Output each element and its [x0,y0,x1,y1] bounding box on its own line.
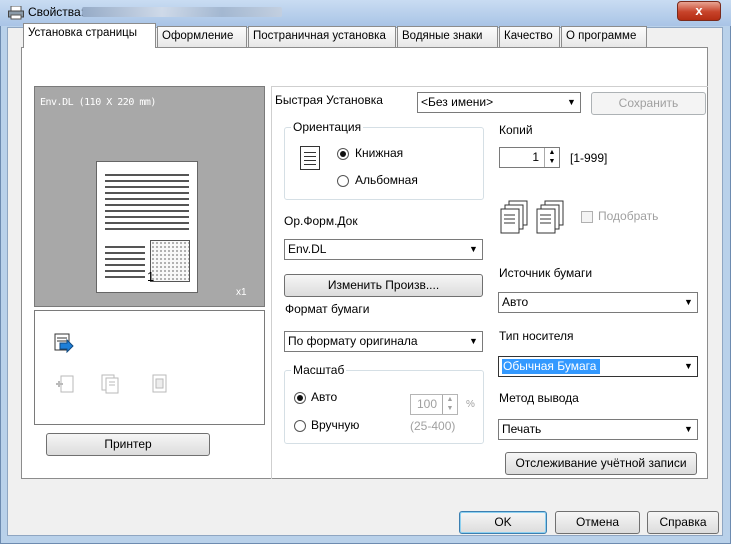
tab-page-setup[interactable]: Установка страницы [23,23,156,48]
save-quick-setup-button[interactable]: Сохранить [591,92,706,115]
orientation-landscape-radio[interactable] [337,175,349,187]
help-button[interactable]: Справка [647,511,719,534]
original-size-label: Ор.Форм.Док [284,214,358,228]
paper-size-select[interactable]: По формату оригинала ▼ [284,331,483,352]
collate-label: Подобрать [598,209,659,223]
zoom-unit: % [466,399,475,410]
tab-about[interactable]: О программе [561,26,647,47]
cancel-button[interactable]: Отмена [555,511,640,534]
paper-type-select[interactable]: Обычная Бумага ▼ [498,356,698,377]
overlay-page-icon [152,374,168,397]
preview-page-number: 1 [147,269,155,284]
paper-type-label: Тип носителя [499,329,574,343]
copies-stepper[interactable]: 1 ▲ ▼ [499,147,560,168]
preview-thumbnail [150,240,190,282]
output-method-label: Метод вывода [499,391,579,405]
insert-page-icon [55,374,75,397]
preview-page: 1 [96,161,198,293]
orientation-label: Ориентация [291,120,364,134]
printer-name-redacted [82,7,282,17]
tab-per-page-setting[interactable]: Постраничная установка [248,26,396,47]
orientation-portrait-label: Книжная [355,146,404,160]
chevron-down-icon: ▼ [684,424,693,434]
custom-size-button[interactable]: Изменить Произв.... [284,274,483,297]
printer-button[interactable]: Принтер [46,433,210,456]
copies-range: [1-999] [570,151,608,165]
ok-button[interactable]: OK [459,511,547,534]
printer-function-icons [34,310,265,425]
tab-watermark[interactable]: Водяные знаки [397,26,498,47]
chevron-down-icon: ▼ [684,297,693,307]
printer-icon [8,5,24,20]
zoom-auto-label: Авто [311,390,338,404]
account-tracking-button[interactable]: Отслеживание учётной записи [505,452,697,475]
tab-layout[interactable]: Оформление [157,26,247,47]
quick-setup-select[interactable]: <Без имени> ▼ [417,92,581,113]
document-send-icon [54,333,74,356]
zoom-auto-radio[interactable] [294,392,306,404]
paper-source-select[interactable]: Авто ▼ [498,292,698,313]
close-button[interactable]: x [677,1,721,21]
spinner-arrows-icon[interactable]: ▲ ▼ [544,148,559,167]
paper-size-label: Формат бумаги [285,302,370,316]
chevron-down-icon: ▼ [469,244,478,254]
preview-paper-label: Env.DL (110 X 220 mm) [40,97,156,108]
zoom-manual-label: Вручную [311,418,360,432]
paper-source-value: Авто [502,295,529,309]
quick-setup-label: Быстрая Установка [275,93,383,107]
portrait-page-icon [300,146,320,170]
preview-copies-badge: x1 [236,287,247,298]
zoom-value: 100 [416,397,437,411]
collate-checkbox[interactable] [581,211,593,223]
chevron-down-icon: ▼ [684,361,693,371]
window-title: Свойства: [28,5,85,19]
chevron-down-icon: ▼ [469,336,478,346]
collate-icon [499,200,569,239]
quick-setup-value: <Без имени> [421,95,494,109]
orientation-landscape-label: Альбомная [355,173,418,187]
zoom-label: Масштаб [291,363,347,377]
copies-value: 1 [532,150,539,164]
output-method-value: Печать [502,422,542,436]
tab-quality[interactable]: Качество [499,26,560,47]
zoom-manual-radio[interactable] [294,420,306,432]
paper-type-value: Обычная Бумага [502,359,601,374]
original-size-select[interactable]: Env.DL ▼ [284,239,483,260]
output-method-select[interactable]: Печать ▼ [498,419,698,440]
copies-label: Копий [499,123,533,137]
original-size-value: Env.DL [288,242,327,256]
zoom-range: (25-400) [410,419,456,433]
pages-stack-icon [101,374,123,397]
spinner-arrows-icon[interactable]: ▲ ▼ [442,395,457,414]
zoom-stepper[interactable]: 100 ▲ ▼ [410,394,458,415]
paper-size-value: По формату оригинала [288,334,418,348]
orientation-portrait-radio[interactable] [337,148,349,160]
paper-source-label: Источник бумаги [499,266,593,280]
chevron-down-icon: ▼ [567,97,576,107]
